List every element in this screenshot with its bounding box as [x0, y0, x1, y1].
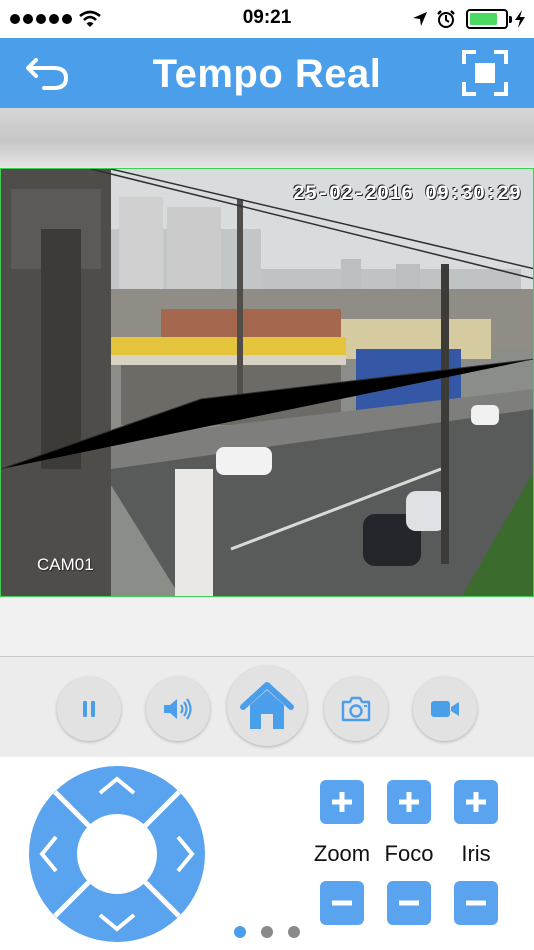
page-indicator-dot[interactable] — [234, 926, 246, 938]
camera-scene — [1, 169, 533, 596]
page-indicator-dot[interactable] — [288, 926, 300, 938]
plus-icon — [399, 792, 419, 812]
focus-in-button[interactable] — [387, 780, 431, 824]
snapshot-button[interactable] — [324, 677, 388, 741]
controls-toolbar — [0, 657, 534, 757]
location-arrow-icon — [413, 12, 427, 26]
video-camera-icon — [431, 701, 459, 717]
status-icons — [412, 8, 526, 30]
navigation-bar: Tempo Real — [0, 38, 534, 108]
zoom-in-button[interactable] — [320, 780, 364, 824]
speaker-icon — [164, 698, 192, 720]
minus-icon — [466, 900, 486, 906]
top-gray-strip — [0, 108, 534, 168]
zoom-out-button[interactable] — [320, 881, 364, 925]
minus-icon — [399, 900, 419, 906]
charging-bolt-icon — [515, 10, 525, 28]
alarm-clock-icon — [437, 10, 455, 28]
ptz-control-panel: Zoom Foco Iris — [0, 757, 534, 950]
camera-icon — [341, 696, 371, 722]
iris-open-button[interactable] — [454, 780, 498, 824]
pause-button[interactable] — [57, 677, 121, 741]
home-icon — [240, 682, 294, 729]
direction-pad[interactable] — [28, 765, 206, 943]
page-title: Tempo Real — [152, 52, 382, 96]
record-button[interactable] — [413, 677, 477, 741]
page-indicator-dot[interactable] — [261, 926, 273, 938]
fullscreen-icon[interactable] — [462, 50, 508, 96]
minus-icon — [332, 900, 352, 906]
video-timestamp: 25-02-2016 09:30:29 — [292, 183, 521, 206]
pause-icon — [83, 701, 95, 717]
video-bottom-bar — [0, 597, 534, 657]
iris-label: Iris — [461, 841, 491, 866]
status-bar: 09:21 — [0, 0, 534, 38]
plus-icon — [332, 792, 352, 812]
live-video-feed[interactable]: 25-02-2016 09:30:29 CAM01 — [0, 168, 534, 597]
audio-button[interactable] — [146, 677, 210, 741]
battery-icon — [466, 9, 512, 29]
plus-icon — [466, 792, 486, 812]
focus-out-button[interactable] — [387, 881, 431, 925]
home-button[interactable] — [227, 666, 307, 746]
camera-label: CAM01 — [37, 555, 94, 574]
iris-close-button[interactable] — [454, 881, 498, 925]
